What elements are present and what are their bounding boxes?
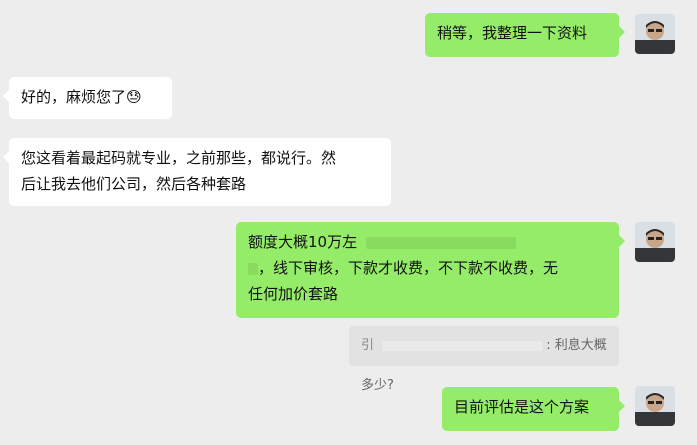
user-avatar-icon [635, 14, 675, 54]
message-text-line: 任何加价套路 [248, 285, 339, 303]
avatar[interactable] [635, 222, 675, 262]
message-text: 目前评估是这个方案 [454, 398, 590, 416]
message-text: 稍等，我整理一下资料 [437, 24, 588, 42]
redacted-text [365, 236, 516, 249]
message-text-line: ，线下审核，下款才收费，不下款不收费，无 [248, 255, 607, 281]
avatar[interactable] [635, 386, 675, 426]
sweat-smile-emoji-icon: 😓 [126, 88, 142, 106]
message-bubble-incoming[interactable]: 好的，麻烦您了😓 [3, 77, 172, 119]
message-bubble-outgoing[interactable]: 额度大概10万左 ，线下审核，下款才收费，不下款不收费，无 任何加价套路 [236, 222, 625, 318]
message-text-line: 后让我去他们公司，然后各种套路 [21, 175, 247, 193]
message-text: 好的，麻烦您了 [21, 88, 127, 106]
quoted-message[interactable]: 引 : 利息大概多少? [349, 326, 619, 393]
user-avatar-icon [635, 222, 675, 262]
quote-prefix: 引 [361, 338, 375, 353]
user-avatar-icon [635, 386, 675, 426]
redacted-text [382, 340, 543, 351]
message-bubble-outgoing[interactable]: 目前评估是这个方案 [442, 387, 625, 431]
message-text-line: 额度大概10万左 [248, 229, 607, 255]
redacted-text [248, 262, 258, 275]
message-bubble-incoming[interactable]: 您这看着最起码就专业，之前那些，都说行。然 后让我去他们公司，然后各种套路 [3, 138, 391, 206]
message-bubble-outgoing[interactable]: 稍等，我整理一下资料 [425, 13, 625, 57]
message-text-line: 您这看着最起码就专业，之前那些，都说行。然 [21, 149, 337, 167]
avatar[interactable] [635, 14, 675, 54]
